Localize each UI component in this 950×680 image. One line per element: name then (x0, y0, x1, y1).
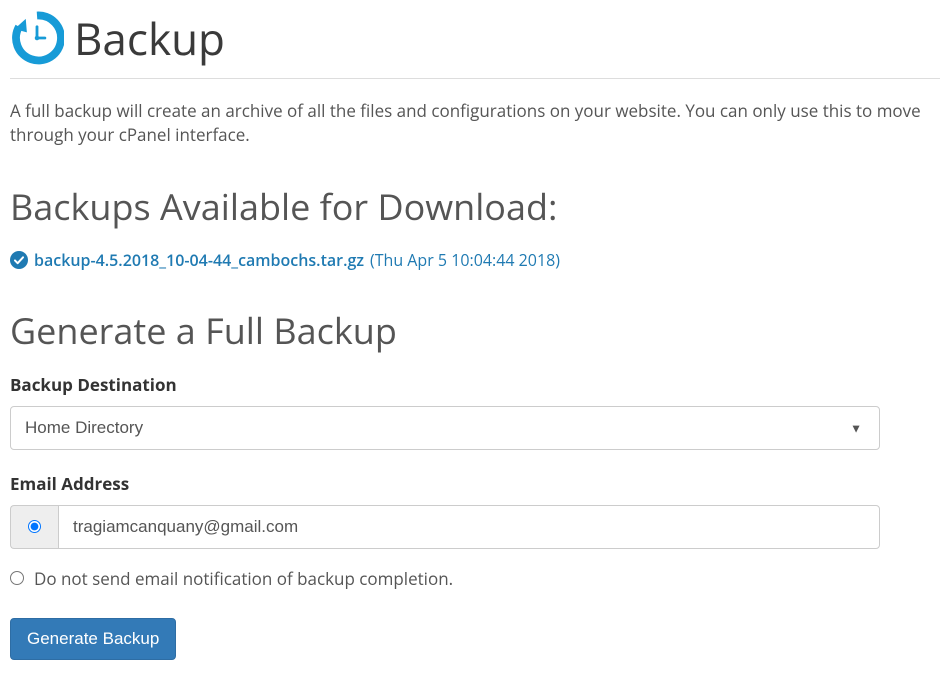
email-label: Email Address (10, 472, 940, 495)
skip-email-radio[interactable] (10, 571, 24, 585)
backups-available-heading: Backups Available for Download: (10, 182, 940, 231)
generate-backup-button[interactable]: Generate Backup (10, 618, 176, 660)
check-circle-icon (10, 251, 28, 269)
send-email-radio[interactable] (28, 520, 41, 533)
backup-download-link[interactable]: backup-4.5.2018_10-04-44_cambochs.tar.gz (34, 249, 364, 271)
backup-file-row: backup-4.5.2018_10-04-44_cambochs.tar.gz… (10, 249, 940, 271)
destination-label: Backup Destination (10, 373, 940, 396)
email-field[interactable] (58, 505, 880, 549)
page-title: Backup (74, 8, 225, 68)
generate-backup-heading: Generate a Full Backup (10, 306, 940, 355)
page-description: A full backup will create an archive of … (10, 99, 940, 147)
skip-email-label: Do not send email notification of backup… (34, 567, 453, 590)
backup-clock-icon (10, 11, 64, 65)
page-header: Backup (10, 0, 940, 79)
destination-select[interactable]: Home Directory (10, 406, 880, 450)
email-radio-addon[interactable] (10, 505, 58, 549)
backup-date: (Thu Apr 5 10:04:44 2018) (370, 249, 560, 271)
